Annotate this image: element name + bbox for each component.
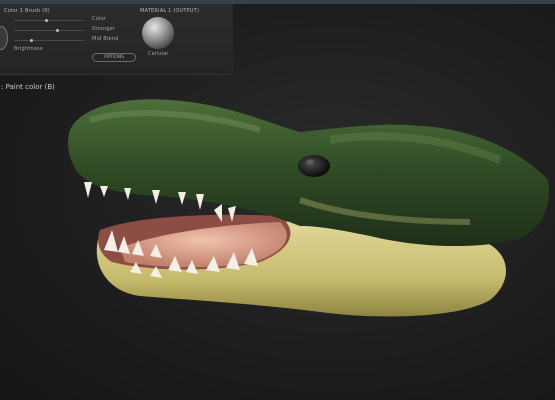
eye-icon [298,155,330,177]
viewport-canvas[interactable] [0,0,555,400]
